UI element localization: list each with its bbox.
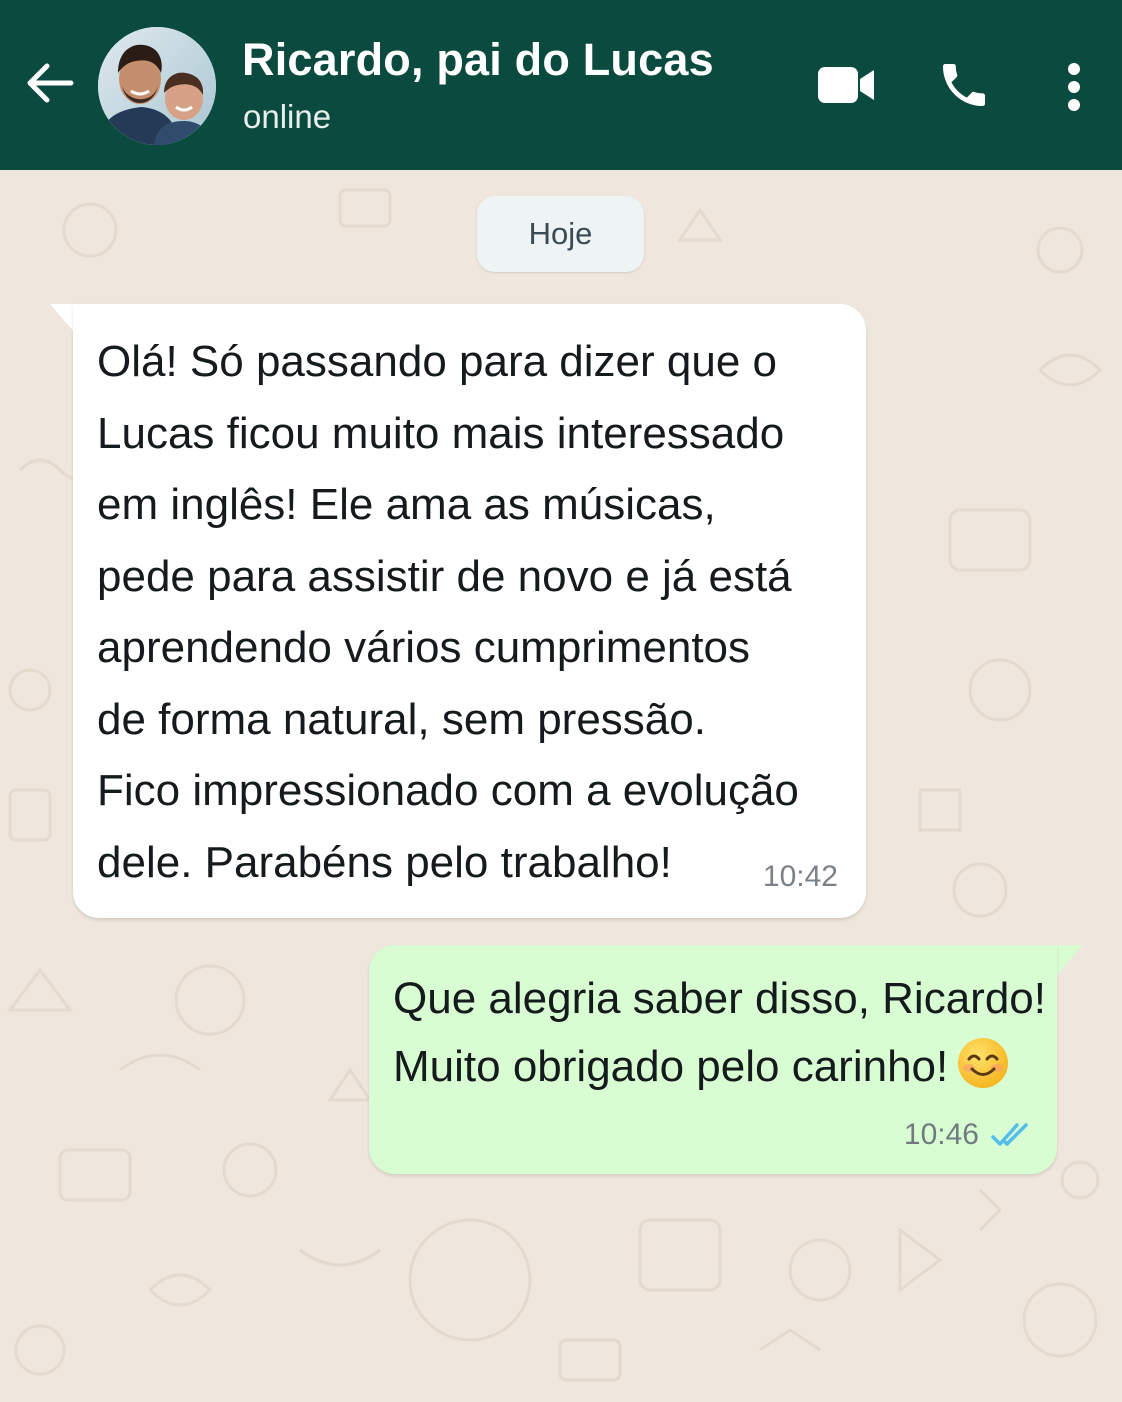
avatar[interactable] [98, 27, 216, 145]
message-line-1: Que alegria saber disso, Ricardo! [393, 974, 1046, 1023]
arrow-left-icon [27, 63, 74, 103]
contact-name[interactable]: Ricardo, pai do Lucas [242, 34, 714, 86]
message-text: Que alegria saber disso, Ricardo! Muito … [393, 965, 1046, 1101]
more-vertical-icon [1068, 63, 1080, 111]
outgoing-message[interactable]: Que alegria saber disso, Ricardo! Muito … [369, 945, 1057, 1174]
video-call-button[interactable] [810, 54, 882, 116]
message-meta: 10:46 [904, 1118, 1035, 1152]
video-camera-icon [818, 67, 874, 103]
incoming-message[interactable]: Olá! Só passando para dizer que o Lucas … [73, 304, 866, 918]
phone-icon [943, 64, 985, 106]
message-line-2-text: Muito obrigado pelo carinho! [393, 1042, 949, 1091]
avatar-photo-icon [98, 27, 216, 145]
message-time: 10:46 [903, 1118, 979, 1151]
more-options-button[interactable] [1050, 52, 1098, 122]
smiling-face-emoji-icon [958, 1038, 1009, 1088]
date-separator: Hoje [477, 196, 644, 272]
chat-area[interactable]: Hoje Olá! Só passando para dizer que o L… [0, 170, 1122, 1402]
message-text: Olá! Só passando para dizer que o Lucas … [97, 337, 799, 887]
voice-call-button[interactable] [930, 50, 998, 120]
contact-status: online [243, 98, 332, 135]
double-check-read-icon [991, 1123, 1028, 1146]
chat-header: Ricardo, pai do Lucas online [0, 0, 1122, 170]
message-line-2: Muito obrigado pelo carinho! [393, 1033, 1043, 1101]
message-time: 10:42 [762, 860, 838, 893]
outgoing-bubble-tail [1057, 945, 1083, 975]
back-button[interactable] [18, 52, 80, 114]
